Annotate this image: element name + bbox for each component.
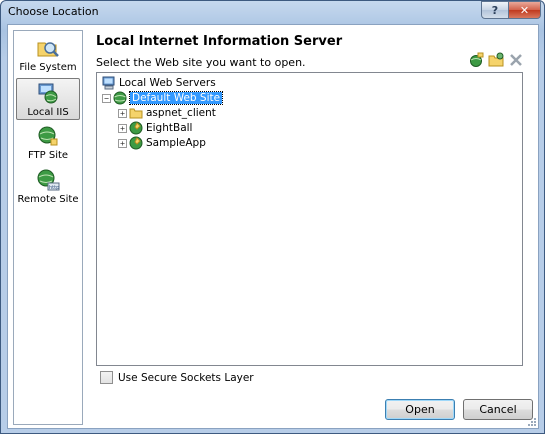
tree-node-default-web-site[interactable]: − Default Web Site: [102, 91, 224, 105]
nav-label-remote-site: Remote Site: [17, 194, 79, 205]
page-title: Local Internet Information Server: [96, 34, 343, 49]
tree-node-label: Local Web Servers: [119, 77, 216, 89]
ftp-site-icon: [38, 126, 58, 146]
help-icon: ?: [491, 3, 499, 17]
resize-grip-icon[interactable]: [526, 416, 536, 426]
nav-item-remote-site[interactable]: http Remote Site: [16, 166, 80, 208]
remote-site-icon: http: [37, 169, 60, 191]
nav-label-local-iis: Local IIS: [27, 107, 69, 118]
choose-location-dialog: Choose Location ? ✕ File System Local II…: [0, 0, 545, 434]
dialog-body: File System Local IIS FTP Site http Remo…: [7, 24, 539, 429]
close-icon: ✕: [519, 3, 530, 17]
tree-node-aspnet-client[interactable]: + aspnet_client: [118, 106, 216, 120]
help-button[interactable]: ?: [481, 1, 509, 19]
location-type-nav: File System Local IIS FTP Site http Remo…: [13, 30, 83, 425]
cancel-button[interactable]: Cancel: [463, 399, 533, 420]
instruction-text: Select the Web site you want to open.: [96, 56, 306, 69]
nav-item-file-system[interactable]: File System: [16, 34, 80, 76]
window-title: Choose Location: [8, 5, 99, 18]
nav-item-local-iis[interactable]: Local IIS: [16, 78, 80, 120]
expand-toggle[interactable]: +: [118, 138, 127, 148]
tree-node-label: EightBall: [146, 122, 193, 134]
web-site-tree[interactable]: Local Web Servers − Default Web Site + a…: [96, 72, 523, 366]
tree-node-sampleapp[interactable]: + SampleApp: [118, 136, 206, 150]
computer-icon: [102, 76, 115, 90]
create-virtual-directory-icon[interactable]: [488, 52, 504, 68]
tree-node-eightball[interactable]: + EightBall: [118, 121, 192, 135]
collapse-toggle[interactable]: −: [102, 93, 111, 103]
tree-node-root[interactable]: Local Web Servers: [102, 76, 216, 90]
tree-toolbar: [468, 52, 524, 68]
nav-label-ftp-site: FTP Site: [27, 150, 69, 161]
ssl-option[interactable]: Use Secure Sockets Layer: [100, 371, 254, 384]
open-button[interactable]: Open: [385, 399, 455, 420]
expand-toggle[interactable]: +: [118, 108, 127, 118]
tree-node-label: Default Web Site: [128, 91, 224, 105]
web-app-icon: [129, 121, 143, 135]
close-button[interactable]: ✕: [508, 1, 541, 19]
tree-node-label: aspnet_client: [146, 107, 216, 119]
local-iis-icon: [38, 83, 58, 104]
expand-toggle[interactable]: +: [118, 123, 127, 133]
nav-item-ftp-site[interactable]: FTP Site: [16, 122, 80, 164]
file-system-icon: [37, 42, 59, 57]
folder-icon: [129, 108, 143, 119]
globe-icon: [113, 91, 127, 105]
svg-text:http: http: [49, 185, 59, 191]
title-bar[interactable]: Choose Location ? ✕: [1, 1, 544, 23]
web-app-icon: [129, 136, 143, 150]
ssl-checkbox-label[interactable]: Use Secure Sockets Layer: [118, 372, 254, 384]
tree-node-label: SampleApp: [146, 137, 206, 149]
nav-label-file-system: File System: [19, 62, 77, 73]
create-web-application-icon[interactable]: [468, 52, 484, 68]
ssl-checkbox[interactable]: [100, 371, 113, 384]
delete-icon[interactable]: [508, 52, 524, 68]
